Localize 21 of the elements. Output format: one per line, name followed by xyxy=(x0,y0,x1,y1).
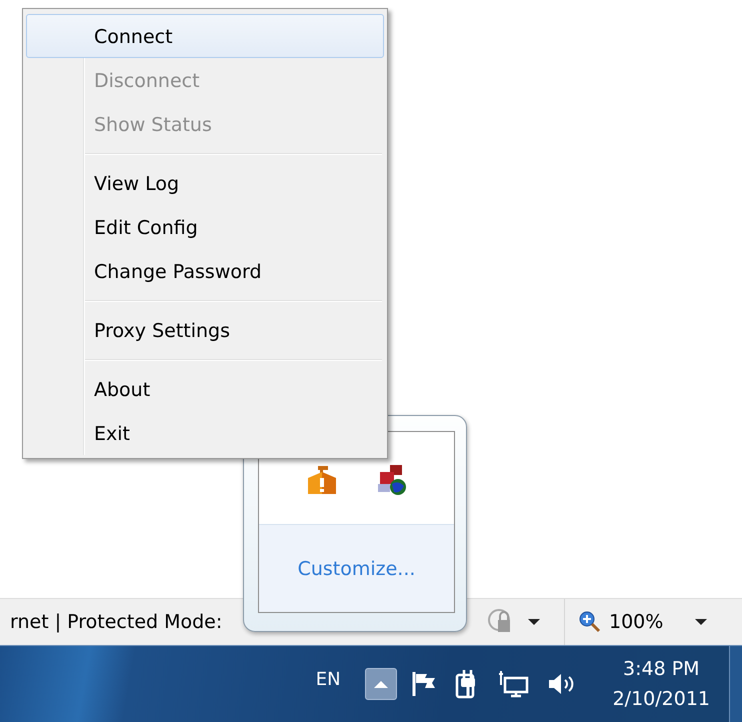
language-indicator[interactable]: EN xyxy=(316,668,341,690)
network-globe-icon[interactable] xyxy=(376,464,408,496)
flag-icon[interactable] xyxy=(410,670,437,698)
menu-item[interactable]: Change Password xyxy=(26,249,384,293)
dropdown-caret-icon[interactable] xyxy=(528,619,540,625)
menu-item[interactable]: Proxy Settings xyxy=(26,308,384,352)
network-computer-icon[interactable] xyxy=(496,670,529,698)
menu-item[interactable]: About xyxy=(26,367,384,411)
show-hidden-icons-button[interactable] xyxy=(364,668,397,700)
customize-link[interactable]: Customize... xyxy=(298,558,416,580)
menu-item[interactable]: Edit Config xyxy=(26,205,384,249)
menu-item[interactable]: Exit xyxy=(26,411,384,455)
menu-item[interactable]: View Log xyxy=(26,161,384,205)
warning-house-icon[interactable] xyxy=(306,464,338,496)
status-text: rnet | Protected Mode: xyxy=(9,611,224,633)
zoom-level: 100% xyxy=(609,611,664,633)
zoom-icon[interactable] xyxy=(579,611,601,633)
dropdown-caret-icon[interactable] xyxy=(695,619,708,625)
menu-item[interactable]: Connect xyxy=(26,14,384,58)
clock-time[interactable]: 3:48 PM xyxy=(623,654,700,684)
clock-date[interactable]: 2/10/2011 xyxy=(612,684,710,714)
